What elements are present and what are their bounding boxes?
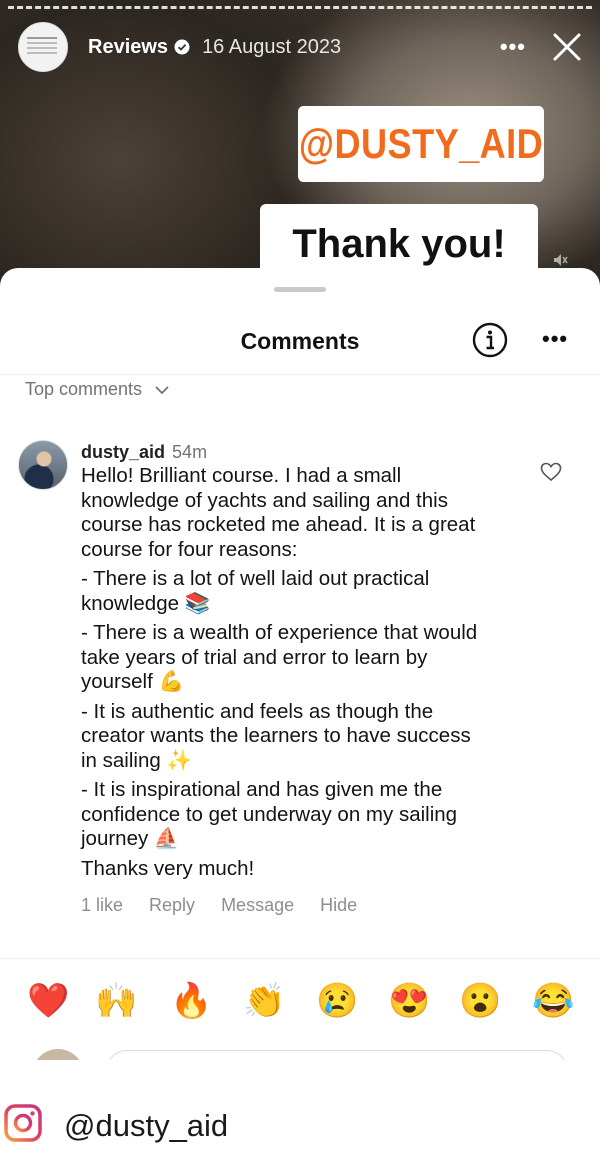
footer-handle: @dusty_aid xyxy=(64,1108,229,1143)
emoji-reaction[interactable]: 😢 xyxy=(316,981,358,1021)
comment-body: dusty_aid 54m Hello! Brilliant course. I… xyxy=(81,440,526,916)
mention-sticker[interactable]: @DUSTY_AID xyxy=(298,106,544,182)
comment-line: - There is a wealth of experience that w… xyxy=(81,621,478,644)
comment-line: confidence to get underway on my sailing xyxy=(81,802,458,826)
reply-button[interactable]: Reply xyxy=(149,895,195,916)
ellipsis-icon[interactable]: ••• xyxy=(500,34,526,60)
comment-input-row xyxy=(0,1048,600,1060)
comment-line: Thanks very much! xyxy=(81,856,255,880)
footer-credit: @dusty_aid xyxy=(0,1060,600,1152)
emoji-reaction[interactable]: 🔥 xyxy=(170,981,212,1021)
divider xyxy=(0,374,600,375)
comment-line: Hello! Brilliant course. I had a small xyxy=(81,464,402,487)
mute-icon[interactable] xyxy=(552,252,568,268)
comment-line: take years of trial and error to learn b… xyxy=(81,645,428,669)
emoji-reaction-bar: ❤️ 🙌 🔥 👏 😢 😍 😮 😂 xyxy=(0,958,600,1049)
commenter-avatar[interactable] xyxy=(18,440,68,490)
comments-sheet: Comments ••• Top comments dusty_aid 54m … xyxy=(0,268,600,1060)
sort-label: Top comments xyxy=(25,379,143,399)
comment-line: knowledge 📚 xyxy=(81,591,211,615)
emoji-reaction[interactable]: 😂 xyxy=(532,981,574,1021)
commenter-username[interactable]: dusty_aid xyxy=(81,442,165,462)
comment-line: creator wants the learners to have succe… xyxy=(81,724,471,747)
comment-meta: dusty_aid 54m xyxy=(81,440,526,464)
comments-more-icon[interactable]: ••• xyxy=(542,326,568,352)
comment-line: in sailing ✨ xyxy=(81,748,192,772)
comment-time: 54m xyxy=(172,442,208,462)
current-user-avatar xyxy=(32,1049,84,1060)
comment-line: - It is authentic and feels as though th… xyxy=(81,699,434,723)
comment-input[interactable] xyxy=(106,1050,568,1060)
verified-badge-icon xyxy=(174,39,190,55)
chevron-down-icon xyxy=(155,385,169,394)
emoji-reaction[interactable]: ❤️ xyxy=(27,981,69,1021)
story-progress-bar xyxy=(8,6,592,12)
hide-button[interactable]: Hide xyxy=(320,895,357,916)
comment-line: course for four reasons: xyxy=(81,537,298,561)
instagram-icon xyxy=(4,1104,42,1142)
emoji-reaction[interactable]: 🙌 xyxy=(95,981,137,1021)
comment-line: knowledge of yachts and sailing and this xyxy=(81,488,448,512)
sheet-drag-handle[interactable] xyxy=(274,287,326,292)
comment-line: course has rocketed me ahead. It is a gr… xyxy=(81,513,476,536)
comment-actions: 1 like Reply Message Hide xyxy=(81,895,526,916)
like-count[interactable]: 1 like xyxy=(81,895,123,916)
story-header: Reviews 16 August 2023 ••• xyxy=(18,22,582,72)
message-button[interactable]: Message xyxy=(221,895,294,916)
comment-line: - There is a lot of well laid out practi… xyxy=(81,567,430,590)
account-name[interactable]: Reviews xyxy=(88,36,168,59)
close-icon[interactable] xyxy=(552,32,582,62)
story-date: 16 August 2023 xyxy=(202,35,342,58)
sort-comments-dropdown[interactable]: Top comments xyxy=(25,379,170,400)
comment-line: journey ⛵ xyxy=(81,827,180,850)
emoji-reaction[interactable]: 😍 xyxy=(388,981,430,1021)
story-viewer: Reviews 16 August 2023 ••• @DUSTY_AID Th… xyxy=(0,0,600,1060)
comment-line: yourself 💪 xyxy=(81,670,185,693)
like-heart-icon[interactable] xyxy=(540,462,562,482)
sheet-title: Comments xyxy=(240,328,360,354)
info-icon[interactable] xyxy=(472,322,508,358)
comment-line: - It is inspirational and has given me t… xyxy=(81,778,443,801)
emoji-reaction[interactable]: 👏 xyxy=(243,981,285,1021)
emoji-reaction[interactable]: 😮 xyxy=(459,981,501,1021)
account-avatar[interactable] xyxy=(18,22,68,72)
